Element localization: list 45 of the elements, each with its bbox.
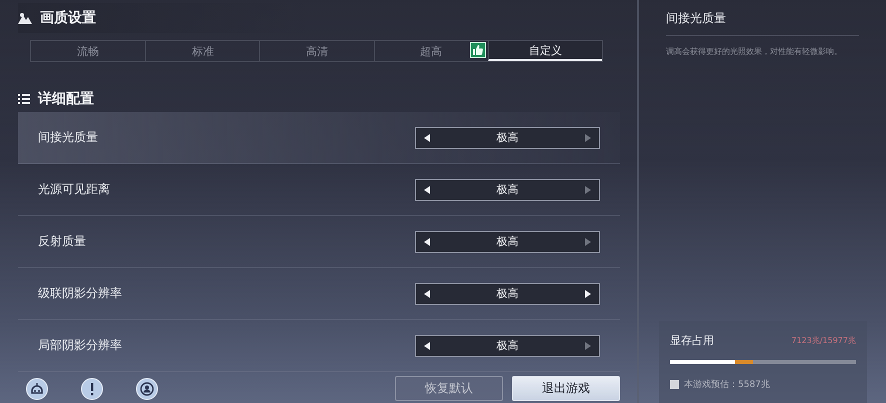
- option-value: 极高: [496, 130, 518, 145]
- info-title: 间接光质量: [666, 10, 859, 36]
- info-description: 调高会获得更好的光照效果，对性能有轻微影响。: [666, 46, 843, 57]
- option-selector[interactable]: 极高: [415, 126, 600, 148]
- setting-row[interactable]: 级联阴影分辨率 极高: [18, 268, 620, 320]
- section-title: 画质设置: [40, 9, 96, 27]
- option-selector[interactable]: 极高: [415, 282, 600, 304]
- setting-label: 反射质量: [38, 233, 86, 250]
- user-icon[interactable]: [136, 378, 158, 400]
- option-selector[interactable]: 极高: [415, 230, 600, 252]
- setting-row[interactable]: 局部阴影分辨率 极高: [18, 320, 620, 372]
- option-value: 极高: [496, 182, 518, 197]
- memory-title: 显存占用: [670, 333, 714, 348]
- list-icon: [18, 94, 30, 104]
- quality-tab[interactable]: 标准: [145, 41, 260, 61]
- left-arrow-icon[interactable]: [424, 290, 430, 298]
- option-selector[interactable]: 极高: [415, 334, 600, 356]
- quality-tab[interactable]: 超高: [374, 41, 488, 61]
- robot-icon[interactable]: [26, 378, 48, 400]
- setting-row[interactable]: 间接光质量 极高: [18, 112, 620, 164]
- option-selector[interactable]: 极高: [415, 178, 600, 200]
- option-value: 极高: [496, 234, 518, 249]
- setting-label: 间接光质量: [38, 129, 98, 146]
- right-arrow-icon[interactable]: [585, 290, 591, 298]
- left-arrow-icon[interactable]: [424, 238, 430, 246]
- quality-tab[interactable]: 高清: [259, 41, 374, 61]
- memory-reading: 7123兆/15977兆: [791, 335, 856, 346]
- exclamation-icon[interactable]: [81, 378, 103, 400]
- exit-game-button[interactable]: 退出游戏: [512, 376, 620, 401]
- left-arrow-icon[interactable]: [424, 134, 430, 142]
- setting-label: 局部阴影分辨率: [38, 337, 122, 354]
- quality-tab[interactable]: 自定义: [488, 41, 602, 61]
- setting-row[interactable]: 反射质量 极高: [18, 216, 620, 268]
- section-title: 详细配置: [38, 90, 94, 108]
- legend-label: 本游戏预估：5587兆: [684, 378, 770, 391]
- setting-label: 光源可见距离: [38, 181, 110, 198]
- setting-label: 级联阴影分辨率: [38, 285, 122, 302]
- mountain-icon: [18, 12, 32, 24]
- left-arrow-icon[interactable]: [424, 342, 430, 350]
- legend-swatch: [670, 380, 679, 389]
- option-value: 极高: [496, 338, 518, 353]
- setting-row[interactable]: 光源可见距离 极高: [18, 164, 620, 216]
- quality-tab[interactable]: 流畅: [31, 41, 146, 61]
- left-arrow-icon[interactable]: [424, 186, 430, 194]
- option-value: 极高: [496, 286, 518, 301]
